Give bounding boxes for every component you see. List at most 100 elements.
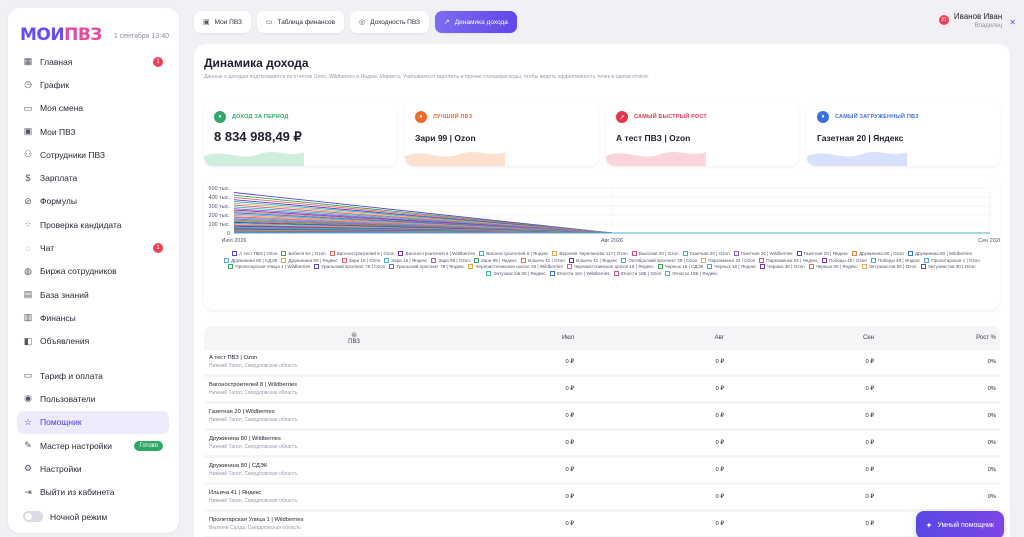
legend-item[interactable]: Юности 18Б | Ozon — [613, 270, 661, 276]
legend-item[interactable]: Октябрьский проспект 28 | Ozon — [621, 257, 697, 263]
kpi-card: ↗ САМЫЙ БЫСТРЫЙ РОСТ А тест ПВЗ | Ozon — [606, 102, 799, 166]
legend-item[interactable]: Юности 16А | Wildberries — [549, 270, 610, 276]
sidebar-item-book[interactable]: ▤ База знаний — [17, 283, 169, 306]
legend-item[interactable]: Вагоностроителей 8 | Яндекс — [479, 251, 548, 256]
legend-item[interactable]: Зари 16 | Ozon — [341, 257, 380, 263]
table-row[interactable]: Дружинина 80 | Wildberries Нижний Тагил, … — [204, 431, 1000, 458]
legend-item[interactable]: Вагоностроителей 8 | Ozon — [329, 251, 394, 256]
legend-item[interactable]: Пролетарская 1 | Ozon — [924, 257, 980, 263]
notifications[interactable]: 31 — [938, 15, 949, 25]
logo[interactable]: МОИПВЗ — [20, 25, 102, 45]
month-value: 0 ₽ — [715, 386, 724, 392]
tab-table[interactable]: ▭ Таблица финансов — [256, 11, 344, 33]
sidebar-item-card[interactable]: ▭ Моя смена — [17, 97, 169, 120]
legend-item[interactable]: Энтузиастов 30 | Ozon — [920, 264, 976, 269]
sidebar-item-label: График — [40, 79, 70, 90]
month-value: 0 ₽ — [715, 440, 724, 446]
tab-trend[interactable]: ↗ Динамика дохода — [434, 11, 517, 33]
growth-icon: ↗ — [616, 111, 628, 123]
legend-item[interactable]: Ильича 41 | Ozon — [520, 257, 565, 263]
legend-item[interactable]: Вьюсная 20 | Ozon — [631, 251, 679, 256]
sort-icon[interactable]: ⊜ — [351, 331, 357, 339]
legend-item[interactable]: Черных 30 | Яндекс — [808, 264, 858, 269]
notification-badge[interactable]: 31 — [938, 15, 949, 25]
kpi-wave — [606, 152, 706, 166]
pvz-cell: Вагоностроителей 8 | Wildberries Нижний Т… — [204, 382, 504, 396]
legend-label: Пролетарская Улица 1 | Wildberries — [235, 264, 311, 269]
legend-item[interactable]: Пролетарская Улица 1 | Wildberries — [228, 264, 310, 269]
legend-item[interactable]: Ильича 41 | Яндекс — [568, 257, 617, 263]
legend-item[interactable]: Бебеля 6А | Ozon — [281, 251, 326, 256]
night-mode-toggle[interactable]: Ночной режим — [17, 505, 169, 528]
legend-item[interactable]: Верхняя Черепанова 117 | Ozon — [552, 251, 628, 256]
tab-box[interactable]: ▣ Мои ПВЗ — [194, 11, 251, 33]
legend-item[interactable]: Уральский проспект 78 | Ozon — [314, 264, 385, 269]
legend-item[interactable]: Юности 18Б | Яндекс — [665, 270, 718, 276]
sidebar-item-formula[interactable]: ⊘ Формулы — [17, 190, 169, 213]
sidebar-item-exchange[interactable]: ◍ Биржа сотрудников — [17, 260, 169, 283]
sidebar-item-label: Главная — [40, 56, 73, 67]
sidebar-item-dollar[interactable]: $ Зарплата — [17, 166, 169, 189]
sidebar-item-users[interactable]: ⚇ Сотрудники ПВЗ — [17, 143, 169, 166]
page-description: Данные о доходах подтягиваются из отчёто… — [204, 74, 650, 80]
table-row[interactable]: Газетная 20 | Wildberries Нижний Тагил, С… — [204, 404, 1000, 431]
table-row[interactable]: Пролетарская Улица 1 | Wildberries Верхня… — [204, 512, 1000, 537]
legend-item[interactable]: Газетная 20 | Ozon — [682, 251, 730, 256]
legend-item[interactable]: Зари 99 | Ozon — [431, 257, 470, 263]
legend-item[interactable]: Зари 16 | Яндекс — [384, 257, 427, 263]
sidebar-item-chat[interactable]: ◌ Чат 1 — [17, 236, 169, 259]
sidebar-item-clock[interactable]: ◷ График — [17, 73, 169, 96]
sidebar-item-star[interactable]: ☆ Помощник — [17, 410, 169, 434]
sidebar-item-box[interactable]: ▣ Мои ПВЗ — [17, 120, 169, 143]
legend-item[interactable]: Черных 18 | Яндекс — [707, 264, 756, 269]
legend-item[interactable]: А тест ПВЗ | Ozon — [232, 251, 277, 256]
sidebar-item-gear[interactable]: ⚙ Настройки — [17, 457, 169, 480]
smart-assistant-button[interactable]: ✦ Умный помощник — [915, 511, 1004, 537]
table-row[interactable]: Вагоностроителей 8 | Wildberries Нижний Т… — [204, 377, 1000, 404]
legend-item[interactable]: Черноисточинское шоссе 18 | Яндекс — [566, 264, 654, 269]
chart-plot: 500 тыс. 400 тыс. 300 тыс. 200 тыс. 100 тыс.… — [209, 186, 1000, 244]
sidebar-item-grid[interactable]: ▦ Главная 1 — [17, 50, 169, 73]
sidebar-item-wand[interactable]: ✎ Мастер настройки Готово — [17, 434, 169, 457]
collapse-icon[interactable]: ✕ — [1009, 18, 1016, 27]
legend-item[interactable]: Газетная 20 | Wildberries — [733, 251, 793, 256]
sidebar-item-finance[interactable]: ▥ Финансы — [17, 306, 169, 329]
legend-item[interactable]: Дружинина 80 | Wildberries — [907, 251, 972, 256]
table-row[interactable]: Дружинина 80 | СДЭК Нижний Тагил, Свердло… — [204, 458, 1000, 485]
legend-label: Энтузиастов 30 | Яндекс — [493, 270, 546, 276]
legend-item[interactable]: Энтузиастов 50 | Ozon — [861, 264, 917, 269]
wand-icon: ✎ — [24, 440, 32, 451]
legend-swatch — [701, 257, 707, 263]
toggle-switch[interactable] — [23, 511, 43, 523]
legend-item[interactable]: Победы 48 | Яндекс — [870, 257, 920, 263]
sidebar-item-logout[interactable]: ⇥ Выйти из кабинета — [17, 480, 169, 503]
legend-item[interactable]: Дружинина 80 | СДЭК — [224, 257, 277, 263]
sidebar-item-user[interactable]: ◉ Пользователи — [17, 387, 169, 410]
legend-item[interactable]: Черных 30 | Ozon — [760, 264, 805, 269]
legend-item[interactable]: Дружинина 80 | Яндекс — [281, 257, 338, 263]
legend-item[interactable]: Зари 99 | Яндекс — [473, 257, 517, 263]
legend-item[interactable]: Газетная 20 | Яндекс — [796, 251, 848, 256]
legend-item[interactable]: Энтузиастов 30 | Яндекс — [486, 270, 546, 276]
table-row[interactable]: А тест ПВЗ | Ozon Нижний Тагил, Свердловс… — [204, 350, 1000, 377]
tab-coin[interactable]: ◎ Доходность ПВЗ — [349, 11, 429, 33]
legend-item[interactable]: Дружинина 80 | Ozon — [852, 251, 904, 256]
legend-item[interactable]: Победы 48 | Ozon — [821, 257, 867, 263]
sidebar-item-megaphone[interactable]: ◧ Объявления — [17, 330, 169, 353]
legend-item[interactable]: Пархоменко 24 | Яндекс — [759, 257, 818, 263]
legend-item[interactable]: Вагоностроителей 8 | Wildberries — [398, 251, 475, 256]
legend-item[interactable]: Черноисточинское шоссе 18 | Wildberries — [468, 264, 563, 269]
legend-item[interactable]: Пархоменко 24 | Ozon — [701, 257, 755, 263]
sidebar-item-check-person[interactable]: ⁘ Проверка кандидата — [17, 213, 169, 236]
sidebar-item-wallet[interactable]: ▭ Тариф и оплата — [17, 364, 169, 387]
table-row[interactable]: Ильича 41 | Яндекс Нижний Тагил, Свердлов… — [204, 485, 1000, 512]
legend-item[interactable]: Уральский проспект 78 | Яндекс — [389, 264, 464, 269]
kpi-value: Зари 99 | Ozon — [415, 133, 476, 143]
legend-item[interactable]: Черных 18 | СДЭК — [657, 264, 703, 269]
growth-value: 0% — [987, 440, 996, 446]
coin-icon: ◎ — [358, 19, 366, 26]
user-icon: ◉ — [24, 393, 32, 404]
user-menu[interactable]: 31 Иванов Иван Владелец ✕ — [938, 12, 1016, 29]
legend-label: Дружинина 80 | Ozon — [859, 251, 904, 256]
th-pvz[interactable]: ⊜ ПВЗ — [204, 331, 504, 345]
